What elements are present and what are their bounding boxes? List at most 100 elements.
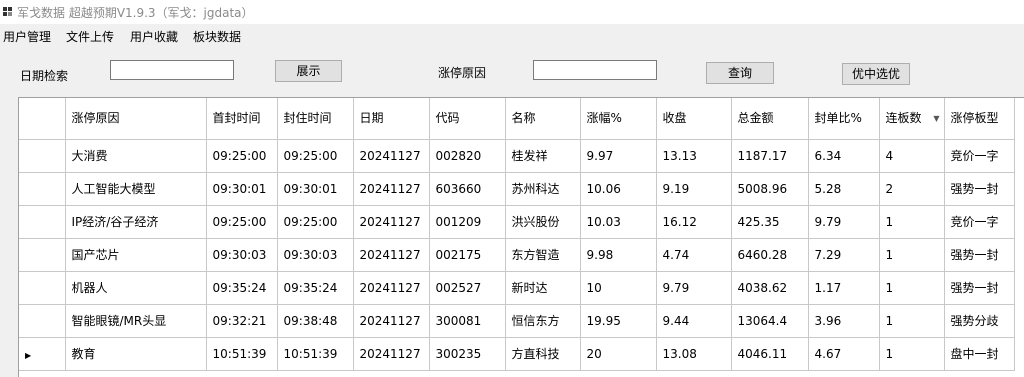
cell-code[interactable]: 002820 xyxy=(429,139,506,173)
cell-code[interactable]: 002175 xyxy=(429,238,506,272)
col-header-close[interactable]: 收盘 xyxy=(656,98,732,140)
cell-date[interactable]: 20241127 xyxy=(353,205,430,239)
col-header-total-amount[interactable]: 总金额 xyxy=(731,98,809,140)
menu-file-upload[interactable]: 文件上传 xyxy=(66,28,114,45)
cell-date[interactable]: 20241127 xyxy=(353,139,430,173)
row-header[interactable] xyxy=(19,238,66,272)
cell-reason[interactable]: 教育 xyxy=(65,337,207,371)
cell-seal-time[interactable]: 10:51:39 xyxy=(277,337,354,371)
cell-streak[interactable]: 4 xyxy=(879,139,945,173)
cell-seal-ratio[interactable]: 7.29 xyxy=(808,238,880,272)
table-row[interactable]: IP经济/谷子经济 09:25:00 09:25:00 20241127 001209 洪… xyxy=(19,205,1015,239)
cell-name[interactable]: 苏州科达 xyxy=(505,172,581,206)
cell-total-amount[interactable]: 1187.17 xyxy=(731,139,809,173)
cell-name[interactable]: 桂发祥 xyxy=(505,139,581,173)
table-row[interactable]: 大消费 09:25:00 09:25:00 20241127 002820 桂发祥 9.97… xyxy=(19,139,1015,173)
cell-first-seal-time[interactable]: 09:30:01 xyxy=(206,172,278,206)
cell-change-pct[interactable]: 20 xyxy=(580,337,657,371)
cell-date[interactable]: 20241127 xyxy=(353,172,430,206)
cell-streak[interactable]: 1 xyxy=(879,205,945,239)
sort-down-icon[interactable]: ▼ xyxy=(933,112,939,126)
cell-close[interactable]: 13.08 xyxy=(656,337,732,371)
cell-streak[interactable]: 2 xyxy=(879,172,945,206)
show-button[interactable]: 展示 xyxy=(275,60,342,82)
cell-reason[interactable]: 智能眼镜/MR头显 xyxy=(65,304,207,338)
cell-close[interactable]: 13.13 xyxy=(656,139,732,173)
cell-seal-ratio[interactable]: 4.67 xyxy=(808,337,880,371)
cell-board-type[interactable]: 盘中一封 xyxy=(944,337,1015,371)
cell-streak[interactable]: 1 xyxy=(879,271,945,305)
cell-streak[interactable]: 1 xyxy=(879,304,945,338)
cell-board-type[interactable]: 强势一封 xyxy=(944,238,1015,272)
row-header[interactable] xyxy=(19,139,66,173)
cell-close[interactable]: 4.74 xyxy=(656,238,732,272)
table-row[interactable]: 人工智能大模型 09:30:01 09:30:01 20241127 603660 苏州科… xyxy=(19,172,1015,206)
cell-seal-ratio[interactable]: 1.17 xyxy=(808,271,880,305)
cell-board-type[interactable]: 强势一封 xyxy=(944,172,1015,206)
col-header-board-type[interactable]: 涨停板型 xyxy=(944,98,1015,140)
menu-user-favorites[interactable]: 用户收藏 xyxy=(130,28,178,45)
cell-first-seal-time[interactable]: 09:30:03 xyxy=(206,238,278,272)
cell-name[interactable]: 恒信东方 xyxy=(505,304,581,338)
cell-reason[interactable]: 国产芯片 xyxy=(65,238,207,272)
col-header-code[interactable]: 代码 xyxy=(429,98,506,140)
cell-date[interactable]: 20241127 xyxy=(353,238,430,272)
cell-code[interactable]: 001209 xyxy=(429,205,506,239)
cell-change-pct[interactable]: 19.95 xyxy=(580,304,657,338)
cell-reason[interactable]: 大消费 xyxy=(65,139,207,173)
cell-first-seal-time[interactable]: 09:32:21 xyxy=(206,304,278,338)
cell-seal-ratio[interactable]: 3.96 xyxy=(808,304,880,338)
cell-seal-time[interactable]: 09:38:48 xyxy=(277,304,354,338)
menu-user-management[interactable]: 用户管理 xyxy=(3,28,51,45)
cell-first-seal-time[interactable]: 09:25:00 xyxy=(206,205,278,239)
cell-change-pct[interactable]: 10.03 xyxy=(580,205,657,239)
cell-close[interactable]: 9.44 xyxy=(656,304,732,338)
cell-name[interactable]: 洪兴股份 xyxy=(505,205,581,239)
cell-seal-ratio[interactable]: 9.79 xyxy=(808,205,880,239)
cell-total-amount[interactable]: 425.35 xyxy=(731,205,809,239)
cell-streak[interactable]: 1 xyxy=(879,238,945,272)
stock-data-grid[interactable]: 涨停原因 首封时间 封住时间 日期 代码 名称 涨幅% 收盘 总金额 封单比% … xyxy=(18,97,1024,377)
table-row[interactable]: ▶ 教育 10:51:39 10:51:39 20241127 300235 方直科技 20 1… xyxy=(19,337,1015,371)
cell-total-amount[interactable]: 6460.28 xyxy=(731,238,809,272)
cell-reason[interactable]: IP经济/谷子经济 xyxy=(65,205,207,239)
query-button[interactable]: 查询 xyxy=(706,62,774,84)
cell-name[interactable]: 方直科技 xyxy=(505,337,581,371)
cell-change-pct[interactable]: 10.06 xyxy=(580,172,657,206)
cell-board-type[interactable]: 强势一封 xyxy=(944,271,1015,305)
cell-first-seal-time[interactable]: 09:25:00 xyxy=(206,139,278,173)
col-header-date[interactable]: 日期 xyxy=(353,98,430,140)
table-row[interactable]: 国产芯片 09:30:03 09:30:03 20241127 002175 东方智造 9.… xyxy=(19,238,1015,272)
cell-reason[interactable]: 人工智能大模型 xyxy=(65,172,207,206)
reason-input[interactable] xyxy=(533,60,657,80)
cell-close[interactable]: 9.79 xyxy=(656,271,732,305)
cell-board-type[interactable]: 强势分歧 xyxy=(944,304,1015,338)
col-header-change-pct[interactable]: 涨幅% xyxy=(580,98,657,140)
col-header-reason[interactable]: 涨停原因 xyxy=(65,98,207,140)
cell-date[interactable]: 20241127 xyxy=(353,304,430,338)
cell-close[interactable]: 16.12 xyxy=(656,205,732,239)
cell-board-type[interactable]: 竞价一字 xyxy=(944,139,1015,173)
cell-first-seal-time[interactable]: 10:51:39 xyxy=(206,337,278,371)
col-header-first-seal-time[interactable]: 首封时间 xyxy=(206,98,278,140)
cell-name[interactable]: 东方智造 xyxy=(505,238,581,272)
row-header[interactable] xyxy=(19,271,66,305)
cell-total-amount[interactable]: 4046.11 xyxy=(731,337,809,371)
cell-change-pct[interactable]: 10 xyxy=(580,271,657,305)
cell-change-pct[interactable]: 9.98 xyxy=(580,238,657,272)
cell-seal-time[interactable]: 09:35:24 xyxy=(277,271,354,305)
cell-seal-time[interactable]: 09:30:03 xyxy=(277,238,354,272)
cell-date[interactable]: 20241127 xyxy=(353,271,430,305)
menu-sector-data[interactable]: 板块数据 xyxy=(193,28,241,45)
cell-total-amount[interactable]: 5008.96 xyxy=(731,172,809,206)
table-row[interactable]: 智能眼镜/MR头显 09:32:21 09:38:48 20241127 300081 恒… xyxy=(19,304,1015,338)
cell-code[interactable]: 002527 xyxy=(429,271,506,305)
cell-seal-ratio[interactable]: 5.28 xyxy=(808,172,880,206)
date-search-input[interactable] xyxy=(110,60,234,80)
cell-code[interactable]: 300081 xyxy=(429,304,506,338)
cell-board-type[interactable]: 竞价一字 xyxy=(944,205,1015,239)
best-pick-button[interactable]: 优中选优 xyxy=(842,63,910,85)
table-row[interactable]: 机器人 09:35:24 09:35:24 20241127 002527 新时达 10 9.… xyxy=(19,271,1015,305)
col-header-seal-ratio[interactable]: 封单比% xyxy=(808,98,880,140)
cell-seal-time[interactable]: 09:25:00 xyxy=(277,139,354,173)
